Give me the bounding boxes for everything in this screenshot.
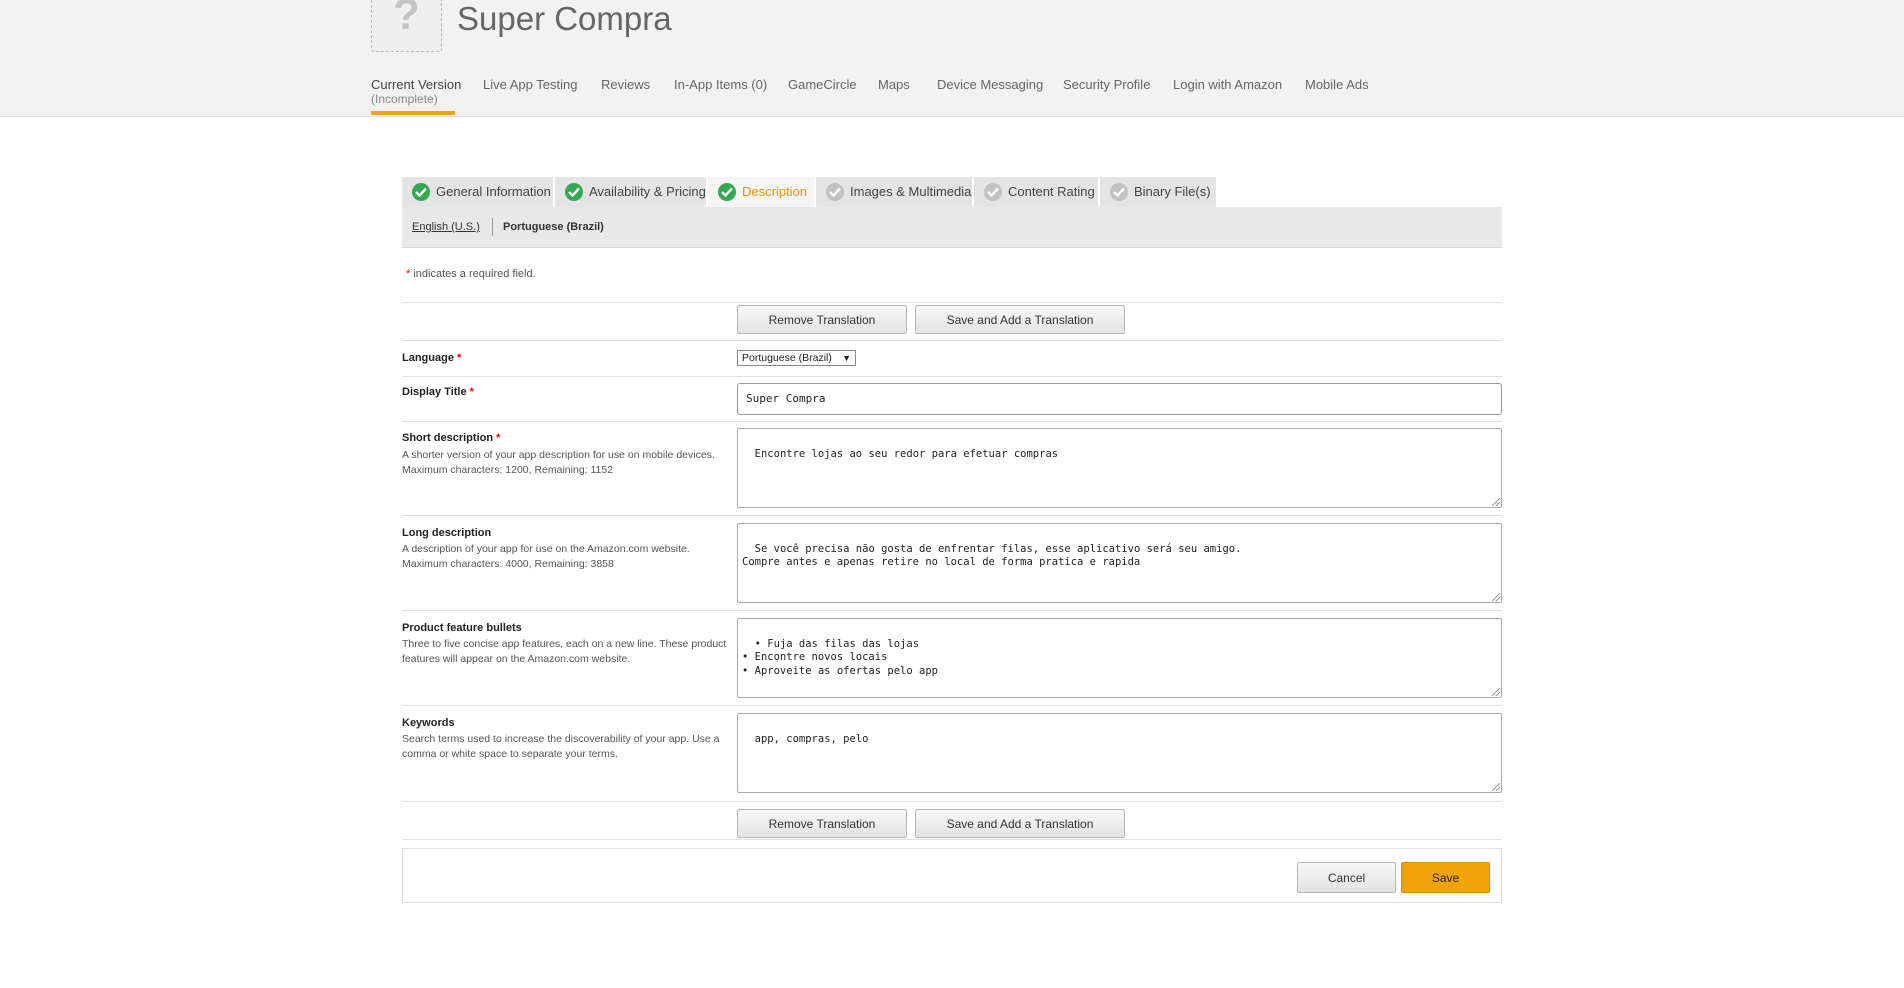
tab-availability-pricing[interactable]: Availability & Pricing — [555, 177, 706, 207]
keywords-textarea[interactable]: app, compras, pelo — [737, 713, 1502, 793]
checkmark-icon — [412, 183, 430, 201]
checkmark-icon — [1110, 183, 1128, 201]
tab-in-app-items[interactable]: In-App Items (0) — [674, 77, 767, 92]
tab-current-version-status: (Incomplete) — [371, 92, 438, 106]
save-add-translation-button[interactable]: Save and Add a Translation — [915, 305, 1125, 334]
app-title: Super Compra — [457, 0, 672, 37]
divider — [402, 340, 1502, 341]
active-tab-underline — [371, 111, 455, 115]
cancel-button[interactable]: Cancel — [1297, 862, 1396, 893]
tab-label: Images & Multimedia — [850, 184, 972, 199]
keywords-label: Keywords — [402, 717, 455, 729]
long-description-help: A description of your app for use on the… — [402, 543, 690, 570]
dropdown-arrow-icon: ▼ — [842, 353, 851, 363]
tab-live-app-testing[interactable]: Live App Testing — [483, 77, 577, 92]
tab-reviews[interactable]: Reviews — [601, 77, 650, 92]
required-field-note: * indicates a required field. — [406, 268, 536, 280]
language-bar: English (U.S.) Portuguese (Brazil) — [402, 207, 1502, 248]
feature-bullets-value: • Fuja das filas das lojas • Encontre no… — [742, 637, 938, 677]
short-description-help: A shorter version of your app descriptio… — [402, 449, 715, 476]
long-description-value: Se você precisa não gosta de enfrentar f… — [742, 542, 1242, 569]
tab-mobile-ads[interactable]: Mobile Ads — [1305, 77, 1369, 92]
app-header: ? Super Compra Current Version (Incomple… — [0, 0, 1904, 117]
checkmark-icon — [984, 183, 1002, 201]
remove-translation-button[interactable]: Remove Translation — [737, 305, 907, 334]
feature-bullets-textarea[interactable]: • Fuja das filas das lojas • Encontre no… — [737, 618, 1502, 698]
feature-bullets-help: Three to five concise app features, each… — [402, 638, 727, 665]
divider — [402, 705, 1502, 706]
language-label: Language * — [402, 352, 462, 364]
divider — [402, 302, 1502, 303]
tab-general-information[interactable]: General Information — [402, 177, 553, 207]
checkmark-icon — [565, 183, 583, 201]
checkmark-icon — [826, 183, 844, 201]
checkmark-icon — [718, 183, 736, 201]
tab-images-multimedia[interactable]: Images & Multimedia — [816, 177, 972, 207]
tab-label: General Information — [436, 184, 551, 199]
language-select-value: Portuguese (Brazil) — [742, 352, 832, 364]
feature-bullets-label: Product feature bullets — [402, 622, 522, 634]
long-description-label: Long description — [402, 527, 492, 539]
long-description-textarea[interactable]: Se você precisa não gosta de enfrentar f… — [737, 523, 1502, 603]
tab-content-rating[interactable]: Content Rating — [974, 177, 1098, 207]
keywords-help: Search terms used to increase the discov… — [402, 733, 720, 760]
display-title-input[interactable]: Super Compra — [737, 383, 1502, 415]
tab-current-version[interactable]: Current Version (Incomplete) — [371, 77, 462, 115]
save-add-translation-button-bottom[interactable]: Save and Add a Translation — [915, 809, 1125, 838]
language-link-english[interactable]: English (U.S.) — [412, 221, 480, 233]
keywords-value: app, compras, pelo — [754, 732, 869, 745]
short-description-textarea[interactable]: Encontre lojas ao seu redor para efetuar… — [737, 428, 1502, 508]
divider — [402, 515, 1502, 516]
tab-label: Description — [742, 184, 808, 199]
short-description-value: Encontre lojas ao seu redor para efetuar… — [754, 447, 1059, 460]
required-note-text: indicates a required field. — [410, 268, 536, 280]
divider — [402, 839, 1502, 840]
resize-grip-icon[interactable] — [1492, 498, 1500, 506]
divider — [402, 610, 1502, 611]
language-separator — [492, 218, 493, 236]
language-link-portuguese[interactable]: Portuguese (Brazil) — [503, 221, 604, 233]
form-footer: Cancel Save — [402, 848, 1502, 903]
tab-device-messaging[interactable]: Device Messaging — [937, 77, 1043, 92]
tab-gamecircle[interactable]: GameCircle — [788, 77, 857, 92]
short-description-label: Short description * — [402, 432, 501, 444]
divider — [402, 376, 1502, 377]
save-button[interactable]: Save — [1401, 862, 1490, 893]
remove-translation-button-bottom[interactable]: Remove Translation — [737, 809, 907, 838]
tab-maps[interactable]: Maps — [878, 77, 910, 92]
tab-label: Availability & Pricing — [589, 184, 706, 199]
resize-grip-icon[interactable] — [1492, 688, 1500, 696]
tab-label: Binary File(s) — [1134, 184, 1211, 199]
display-title-label: Display Title * — [402, 386, 474, 398]
tab-binary-files[interactable]: Binary File(s) — [1100, 177, 1216, 207]
divider — [402, 801, 1502, 802]
tab-description[interactable]: Description — [708, 177, 814, 207]
tab-security-profile[interactable]: Security Profile — [1063, 77, 1150, 92]
tab-current-version-label: Current Version — [371, 77, 462, 92]
tab-label: Content Rating — [1008, 184, 1095, 199]
question-mark-placeholder-icon: ? — [371, 0, 442, 52]
resize-grip-icon[interactable] — [1492, 783, 1500, 791]
divider — [402, 421, 1502, 422]
resize-grip-icon[interactable] — [1492, 593, 1500, 601]
language-select[interactable]: Portuguese (Brazil) ▼ — [737, 350, 856, 366]
tab-login-with-amazon[interactable]: Login with Amazon — [1173, 77, 1282, 92]
